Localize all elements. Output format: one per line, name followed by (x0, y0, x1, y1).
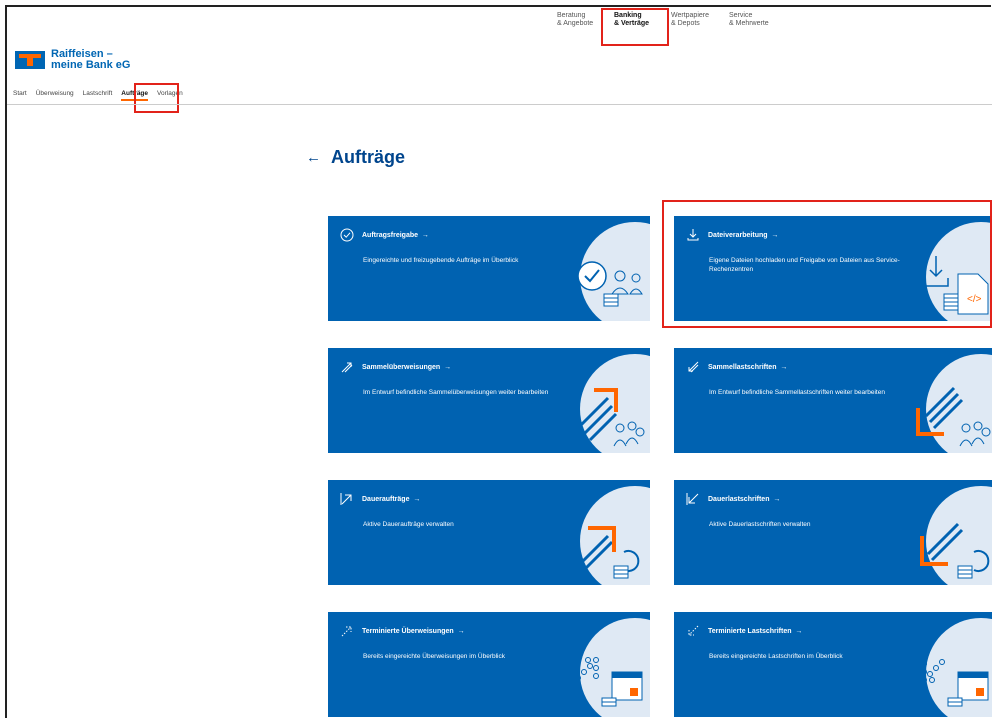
tile-header: Dauerlastschriften → (686, 492, 780, 506)
tile-header: Terminierte Überweisungen → (340, 624, 465, 638)
arrow-right-icon: → (421, 231, 429, 239)
tile-dauerauftraege[interactable]: Daueraufträge → Aktive Daueraufträge ver… (328, 480, 650, 585)
nav-beratung[interactable]: Beratung & Angebote (557, 12, 593, 28)
scheduled-debit-illustration (921, 659, 989, 707)
nav-service[interactable]: Service & Mehrwerte (729, 12, 769, 28)
tile-title: Terminierte Überweisungen (362, 627, 454, 635)
tile-title: Auftragsfreigabe (362, 231, 419, 239)
tile-title: Sammelüberweisungen (362, 363, 441, 371)
tile-sammellastschriften[interactable]: Sammellastschriften → Im Entwurf befindl… (674, 348, 992, 453)
tile-terminierte-lastschriften[interactable]: Terminierte Lastschriften → Bereits eing… (674, 612, 992, 717)
tile-dauerlastschriften[interactable]: Dauerlastschriften → Aktive Dauerlastsch… (674, 480, 992, 585)
tile-auftragsfreigabe[interactable]: Auftragsfreigabe → Eingereichte und frei… (328, 216, 650, 321)
nav-wertpapiere[interactable]: Wertpapiere & Depots (671, 12, 709, 28)
subnav-ueberweisung[interactable]: Überweisung (36, 90, 74, 97)
tile-description: Aktive Daueraufträge verwalten (363, 521, 454, 528)
tile-description: Eingereichte und freizugebende Aufträge … (363, 257, 519, 264)
arrow-right-icon: → (413, 495, 421, 503)
subnav-start[interactable]: Start (13, 90, 27, 97)
arrow-right-icon: → (780, 363, 788, 371)
check-circle-icon (340, 228, 354, 242)
approval-illustration (577, 261, 643, 307)
arrow-up-right-icon (340, 493, 352, 505)
tile-header: Terminierte Lastschriften → (686, 624, 802, 638)
bulk-debit-illustration (916, 386, 991, 447)
arrow-right-icon: → (444, 363, 452, 371)
highlight-auftraege (134, 83, 179, 113)
arrow-right-icon: → (795, 627, 803, 635)
multi-arrow-up-icon (341, 362, 353, 373)
raiffeisen-logo-icon (15, 51, 45, 69)
tile-sammelueberweisungen[interactable]: Sammelüberweisungen → Im Entwurf befindl… (328, 348, 650, 453)
arrow-right-icon: → (457, 627, 465, 635)
tile-description: Bereits eingereichte Lastschriften im Üb… (709, 653, 843, 660)
back-arrow-icon[interactable]: ← (306, 149, 321, 166)
arrow-down-left-icon (686, 493, 699, 505)
tile-title: Sammellastschriften (708, 363, 777, 371)
highlight-dateiverarbeitung (662, 200, 992, 328)
highlight-banking (601, 8, 669, 46)
tile-description: Im Entwurf befindliche Sammelüberweisung… (363, 389, 549, 396)
top-navigation: Beratung & Angebote Banking & Verträge W… (0, 12, 992, 42)
dotted-arrow-down-icon (688, 625, 699, 636)
tile-title: Dauerlastschriften (708, 495, 770, 503)
page-title-text: Aufträge (331, 147, 406, 167)
bulk-transfer-illustration (576, 388, 645, 447)
page-title: ← Aufträge (306, 147, 405, 168)
tile-terminierte-ueberweisungen[interactable]: Terminierte Überweisungen → Bereits eing… (328, 612, 650, 717)
brand-name: Raiffeisen – meine Bank eG (51, 49, 130, 71)
standing-order-illustration (576, 526, 640, 579)
subnav-lastschrift[interactable]: Lastschrift (83, 90, 113, 97)
dotted-arrow-up-icon (341, 626, 352, 637)
tile-title: Daueraufträge (362, 495, 410, 503)
tile-header: Sammelüberweisungen → (340, 360, 451, 374)
tile-header: Sammellastschriften → (686, 360, 787, 374)
tile-header: Daueraufträge → (340, 492, 420, 506)
scheduled-transfer-illustration (575, 657, 643, 707)
brand-line2: meine Bank eG (51, 59, 131, 71)
nav-divider (7, 104, 992, 105)
tile-description: Bereits eingereichte Überweisungen im Üb… (363, 653, 505, 660)
tile-description: Aktive Dauerlastschriften verwalten (709, 521, 811, 528)
bank-logo[interactable]: Raiffeisen – meine Bank eG (15, 49, 130, 71)
tile-header: Auftragsfreigabe → (340, 228, 429, 242)
multi-arrow-down-icon (688, 361, 699, 373)
tile-description: Im Entwurf befindliche Sammellastschrift… (709, 389, 885, 396)
standing-debit-illustration (920, 522, 990, 579)
arrow-right-icon: → (773, 495, 781, 503)
tile-title: Terminierte Lastschriften (708, 627, 792, 635)
